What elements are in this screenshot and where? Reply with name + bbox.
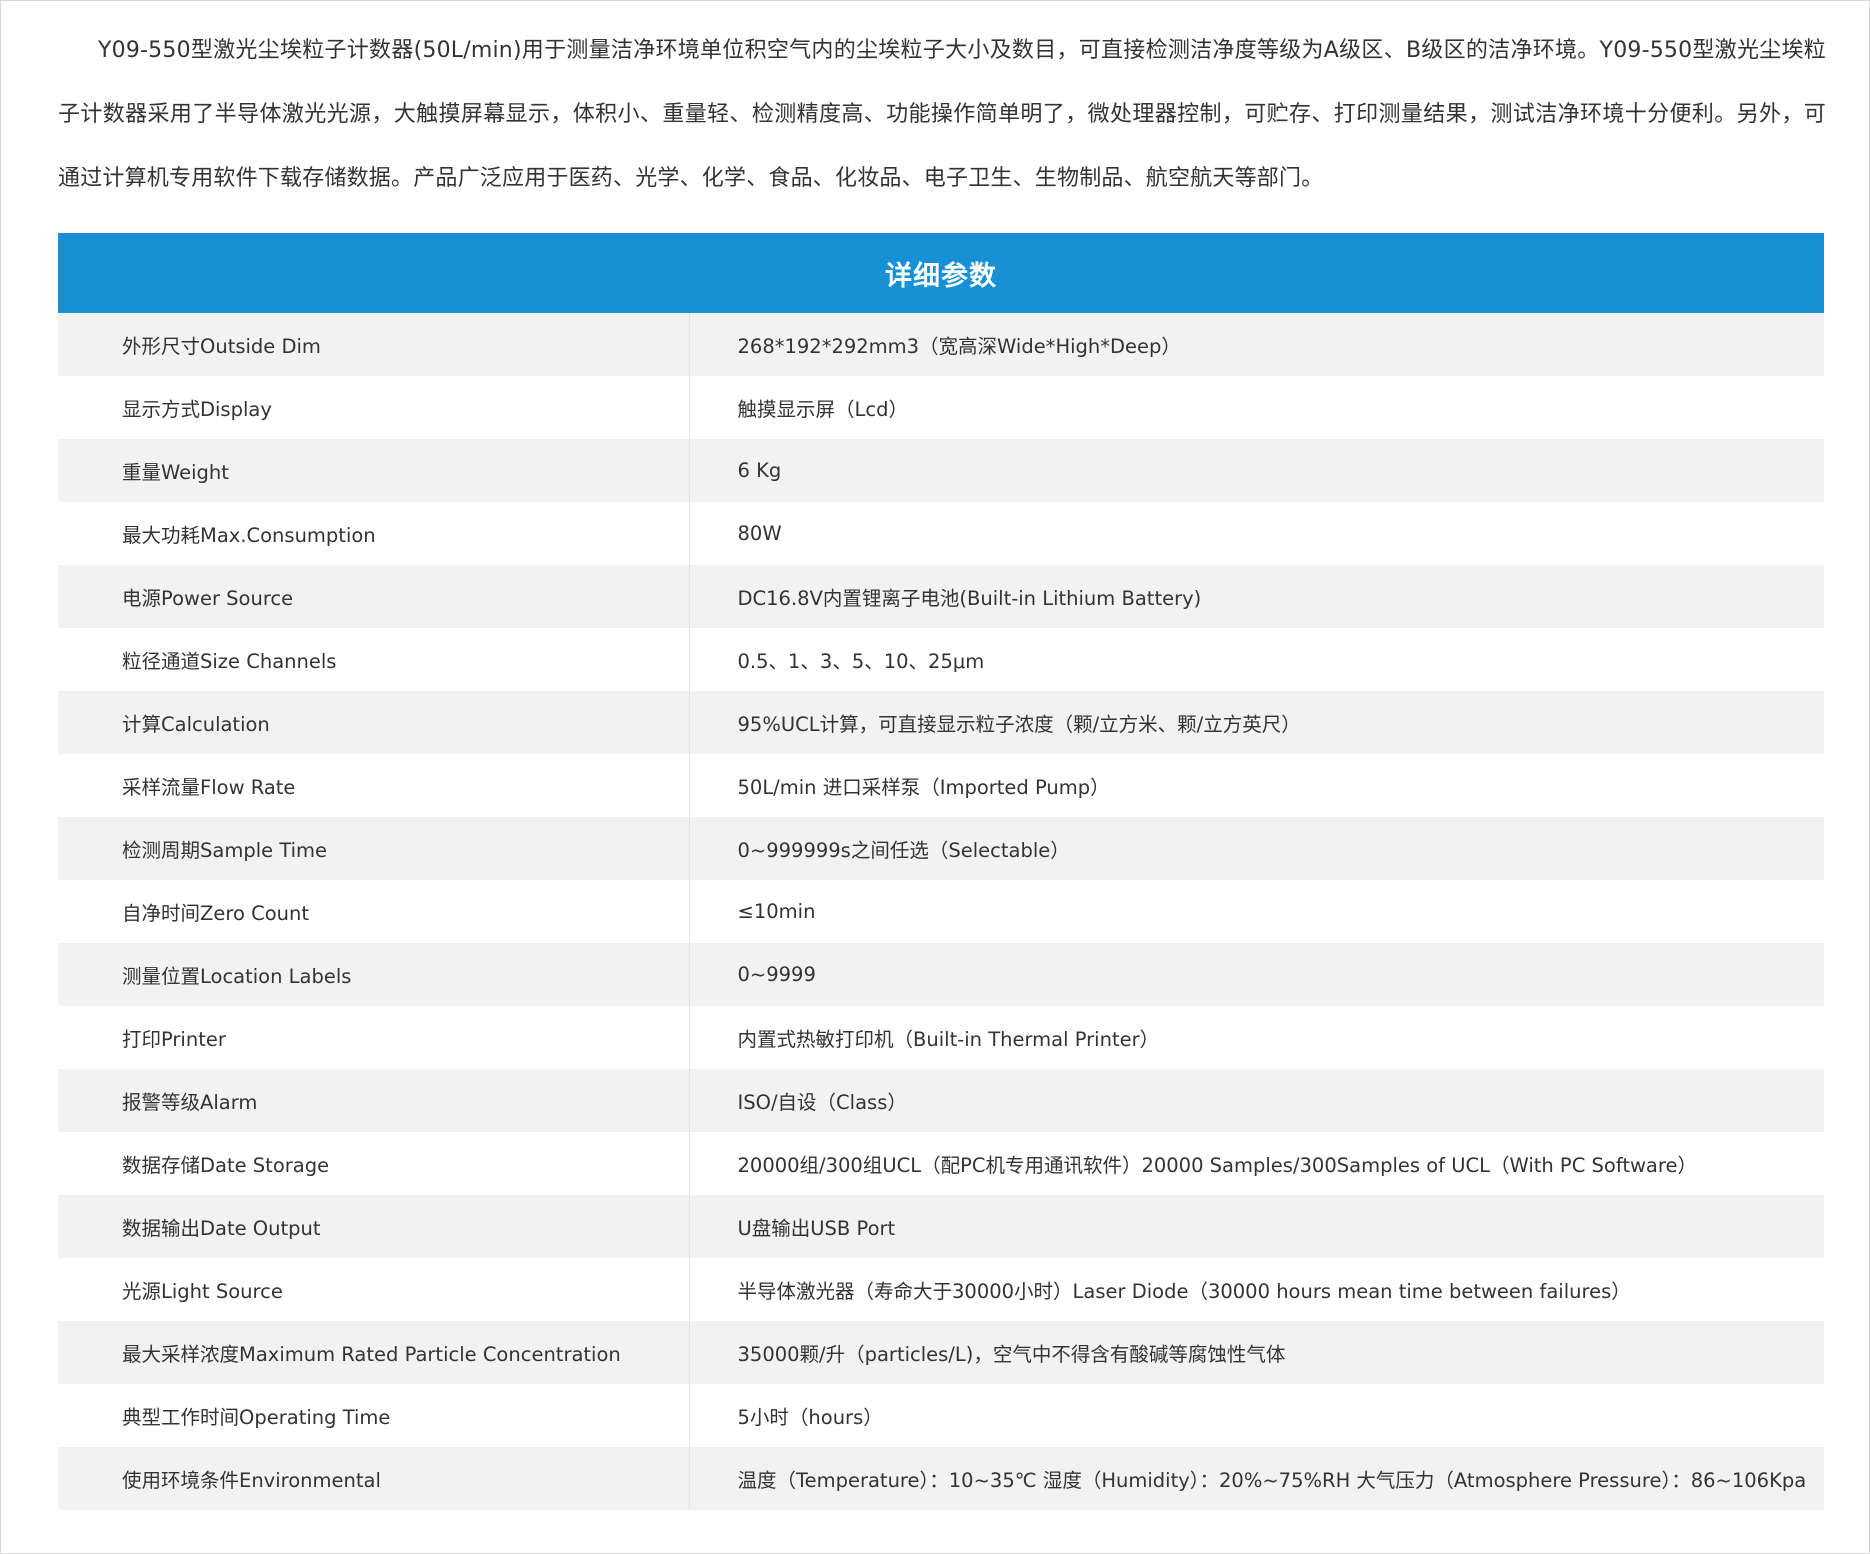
- table-row: 使用环境条件Environmental 温度（Temperature）：10~35…: [58, 1447, 1824, 1510]
- table-row: 计算Calculation 95%UCL计算，可直接显示粒子浓度（颗/立方米、颗/…: [58, 691, 1824, 754]
- page-container: Y09-550型激光尘埃粒子计数器(50L/min)用于测量洁净环境单位积空气内…: [0, 0, 1870, 1554]
- param-value: 35000颗/升（particles/L)，空气中不得含有酸碱等腐蚀性气体: [689, 1321, 1824, 1384]
- param-name: 典型工作时间Operating Time: [58, 1384, 690, 1447]
- param-value: 0~999999s之间任选（Selectable）: [689, 817, 1824, 880]
- table-row: 外形尺寸Outside Dim 268*192*292mm3（宽高深Wide*Hi…: [58, 313, 1824, 376]
- table-row: 打印Printer 内置式热敏打印机（Built-in Thermal Print…: [58, 1006, 1824, 1069]
- param-value: 80W: [689, 502, 1824, 565]
- param-value: ISO/自设（Class）: [689, 1069, 1824, 1132]
- table-title: 详细参数: [58, 233, 1824, 313]
- table-row: 测量位置Location Labels 0~9999: [58, 943, 1824, 1006]
- param-name: 显示方式Display: [58, 376, 690, 439]
- spec-table: 详细参数 外形尺寸Outside Dim 268*192*292mm3（宽高深Wi…: [58, 233, 1824, 1510]
- param-value: 6 Kg: [689, 439, 1824, 502]
- table-row: 最大采样浓度Maximum Rated Particle Concentrati…: [58, 1321, 1824, 1384]
- table-row: 典型工作时间Operating Time 5小时（hours）: [58, 1384, 1824, 1447]
- param-value: DC16.8V内置锂离子电池(Built-in Lithium Battery): [689, 565, 1824, 628]
- table-row: 电源Power Source DC16.8V内置锂离子电池(Built-in Li…: [58, 565, 1824, 628]
- param-name: 打印Printer: [58, 1006, 690, 1069]
- table-row: 重量Weight 6 Kg: [58, 439, 1824, 502]
- table-row: 数据存储Date Storage 20000组/300组UCL（配PC机专用通讯软…: [58, 1132, 1824, 1195]
- table-row: 粒径通道Size Channels 0.5、1、3、5、10、25μm: [58, 628, 1824, 691]
- param-value: 5小时（hours）: [689, 1384, 1824, 1447]
- table-row: 数据输出Date Output U盘输出USB Port: [58, 1195, 1824, 1258]
- param-value: 内置式热敏打印机（Built-in Thermal Printer）: [689, 1006, 1824, 1069]
- table-row: 检测周期Sample Time 0~999999s之间任选（Selectable）: [58, 817, 1824, 880]
- table-row: 显示方式Display 触摸显示屏（Lcd）: [58, 376, 1824, 439]
- table-row: 采样流量Flow Rate 50L/min 进口采样泵（Imported Pump…: [58, 754, 1824, 817]
- table-row: 自净时间Zero Count ≤10min: [58, 880, 1824, 943]
- param-value: 50L/min 进口采样泵（Imported Pump）: [689, 754, 1824, 817]
- param-value: ≤10min: [689, 880, 1824, 943]
- param-name: 电源Power Source: [58, 565, 690, 628]
- param-name: 重量Weight: [58, 439, 690, 502]
- param-name: 自净时间Zero Count: [58, 880, 690, 943]
- param-name: 最大采样浓度Maximum Rated Particle Concentrati…: [58, 1321, 690, 1384]
- table-header-row: 详细参数: [58, 233, 1824, 313]
- param-name: 数据输出Date Output: [58, 1195, 690, 1258]
- param-name: 测量位置Location Labels: [58, 943, 690, 1006]
- param-name: 光源Light Source: [58, 1258, 690, 1321]
- param-name: 使用环境条件Environmental: [58, 1447, 690, 1510]
- param-value: 95%UCL计算，可直接显示粒子浓度（颗/立方米、颗/立方英尺）: [689, 691, 1824, 754]
- param-value: 268*192*292mm3（宽高深Wide*High*Deep）: [689, 313, 1824, 376]
- param-name: 外形尺寸Outside Dim: [58, 313, 690, 376]
- param-name: 检测周期Sample Time: [58, 817, 690, 880]
- param-name: 计算Calculation: [58, 691, 690, 754]
- param-name: 采样流量Flow Rate: [58, 754, 690, 817]
- param-value: 温度（Temperature）：10~35℃ 湿度（Humidity）：20%~…: [689, 1447, 1824, 1510]
- param-value: 触摸显示屏（Lcd）: [689, 376, 1824, 439]
- param-name: 数据存储Date Storage: [58, 1132, 690, 1195]
- table-row: 光源Light Source 半导体激光器（寿命大于30000小时）Laser D…: [58, 1258, 1824, 1321]
- param-name: 最大功耗Max.Consumption: [58, 502, 690, 565]
- param-value: 半导体激光器（寿命大于30000小时）Laser Diode（30000 hou…: [689, 1258, 1824, 1321]
- param-value: 20000组/300组UCL（配PC机专用通讯软件）20000 Samples/…: [689, 1132, 1824, 1195]
- table-row: 报警等级Alarm ISO/自设（Class）: [58, 1069, 1824, 1132]
- param-value: 0.5、1、3、5、10、25μm: [689, 628, 1824, 691]
- intro-paragraph: Y09-550型激光尘埃粒子计数器(50L/min)用于测量洁净环境单位积空气内…: [58, 38, 1826, 191]
- param-value: 0~9999: [689, 943, 1824, 1006]
- param-name: 报警等级Alarm: [58, 1069, 690, 1132]
- table-row: 最大功耗Max.Consumption 80W: [58, 502, 1824, 565]
- param-value: U盘输出USB Port: [689, 1195, 1824, 1258]
- param-name: 粒径通道Size Channels: [58, 628, 690, 691]
